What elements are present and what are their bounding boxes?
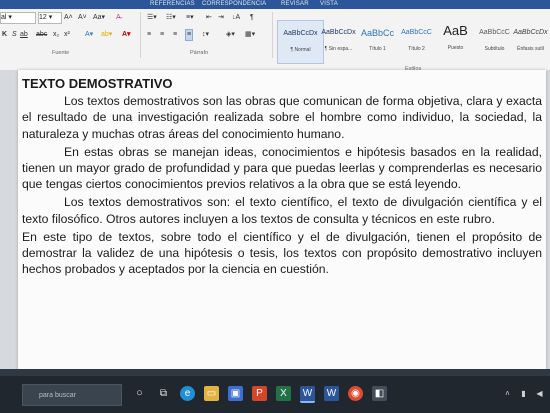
strikethrough-icon[interactable]: abc — [36, 30, 47, 40]
taskbar-search-input[interactable]: para buscar — [22, 384, 122, 406]
store-icon[interactable]: ▣ — [228, 386, 243, 401]
change-case-icon[interactable]: Aa▾ — [93, 13, 105, 23]
subscript-icon[interactable]: x₂ — [53, 30, 59, 40]
network-icon[interactable]: ▮ — [516, 386, 531, 401]
font-size-box[interactable]: 12 ▾ — [38, 12, 62, 24]
grow-font-icon[interactable]: A˄ — [64, 13, 73, 23]
app-icon[interactable]: ◧ — [372, 386, 387, 401]
style-name: Énfasis sutil — [517, 46, 544, 52]
italic-icon[interactable]: S — [12, 30, 17, 40]
paragraph: Los textos demostrativos son: el texto c… — [22, 195, 542, 226]
document-title: TEXTO DEMOSTRATIVO — [22, 76, 173, 91]
paragraph: En estas obras se manejan ideas, conocim… — [22, 144, 542, 192]
status-bar — [0, 369, 550, 376]
numbering-icon[interactable]: ☷▾ — [166, 13, 176, 23]
document-body: TEXTO DEMOSTRATIVO Los textos demostrati… — [22, 76, 542, 279]
font-color-icon[interactable]: A▾ — [122, 30, 131, 40]
bold-icon[interactable]: K — [2, 30, 7, 40]
word-icon-2[interactable]: W — [324, 386, 339, 401]
ribbon-tab-bar: REFERENCIAS CORRESPONDENCIA REVISAR VIST… — [0, 0, 550, 9]
search-placeholder: para buscar — [39, 392, 76, 399]
paragraph: Los textos demostrativos son las obras q… — [22, 94, 542, 141]
increase-indent-icon[interactable]: ⇥ — [218, 13, 224, 23]
tab-correspondencia[interactable]: CORRESPONDENCIA — [202, 0, 266, 9]
font-name-box[interactable]: al ▾ — [0, 12, 36, 24]
ribbon: REFERENCIAS CORRESPONDENCIA REVISAR VIST… — [0, 0, 550, 72]
taskbar: para buscar ○ ⧉ e ▭ ▣ P X W W ◉ ◧ ˄ ▮ ◀ — [0, 376, 550, 413]
file-explorer-icon[interactable]: ▭ — [204, 386, 219, 401]
edge-icon[interactable]: e — [180, 386, 195, 401]
highlight-icon[interactable]: ab▾ — [101, 30, 112, 40]
bullets-icon[interactable]: ☰▾ — [147, 13, 157, 23]
align-left-icon[interactable]: ≡ — [147, 30, 151, 40]
borders-icon[interactable]: ▦▾ — [245, 30, 255, 40]
shading-icon[interactable]: ◈▾ — [226, 30, 235, 40]
screen: REFERENCIAS CORRESPONDENCIA REVISAR VIST… — [0, 0, 550, 413]
tab-revisar[interactable]: REVISAR — [281, 0, 309, 9]
tab-referencias[interactable]: REFERENCIAS — [150, 0, 195, 9]
task-view-icon[interactable]: ⧉ — [156, 386, 171, 401]
cortana-icon[interactable]: ○ — [132, 386, 147, 401]
style-enfasis-sutil[interactable]: AaBbCcDx Énfasis sutil — [511, 20, 550, 62]
group-separator — [140, 12, 141, 58]
document-area: TEXTO DEMOSTRATIVO Los textos demostrati… — [0, 70, 550, 376]
word-icon[interactable]: W — [300, 386, 315, 403]
shrink-font-icon[interactable]: A˅ — [78, 13, 87, 23]
styles-gallery: AaBbCcDx ¶ Normal AaBbCcDx ¶ Sin espa... A… — [277, 20, 550, 64]
style-sample: AaBbCcDx — [513, 29, 548, 36]
superscript-icon[interactable]: x² — [64, 30, 70, 40]
tab-vista[interactable]: VISTA — [320, 0, 338, 9]
paragraph: En este tipo de textos, sobre todo el ci… — [22, 229, 542, 277]
sort-icon[interactable]: ↓A — [232, 13, 240, 23]
chrome-icon[interactable]: ◉ — [348, 386, 363, 401]
clear-format-icon[interactable]: A̶ — [116, 13, 121, 23]
excel-icon[interactable]: X — [276, 386, 291, 401]
group-label-fuente: Fuente — [52, 50, 70, 56]
show-marks-icon[interactable]: ¶ — [250, 13, 254, 23]
group-label-parrafo: Párrafo — [190, 50, 209, 56]
tray-chevron-icon[interactable]: ˄ — [500, 386, 515, 401]
document-page[interactable]: TEXTO DEMOSTRATIVO Los textos demostrati… — [18, 70, 546, 376]
underline-icon[interactable]: ab — [20, 30, 28, 40]
align-right-icon[interactable]: ≡ — [173, 30, 177, 40]
justify-icon[interactable]: ≡ — [185, 29, 194, 41]
decrease-indent-icon[interactable]: ⇤ — [206, 13, 212, 23]
line-spacing-icon[interactable]: ↕▾ — [202, 30, 209, 40]
powerpoint-icon[interactable]: P — [252, 386, 267, 401]
align-center-icon[interactable]: ≡ — [160, 30, 164, 40]
multilevel-list-icon[interactable]: ≡▾ — [186, 13, 194, 23]
font-name-value: al — [1, 14, 7, 21]
group-separator — [272, 12, 273, 58]
volume-icon[interactable]: ◀ — [532, 386, 547, 401]
font-size-value: 12 — [39, 14, 47, 21]
text-effects-icon[interactable]: A▾ — [85, 30, 93, 40]
